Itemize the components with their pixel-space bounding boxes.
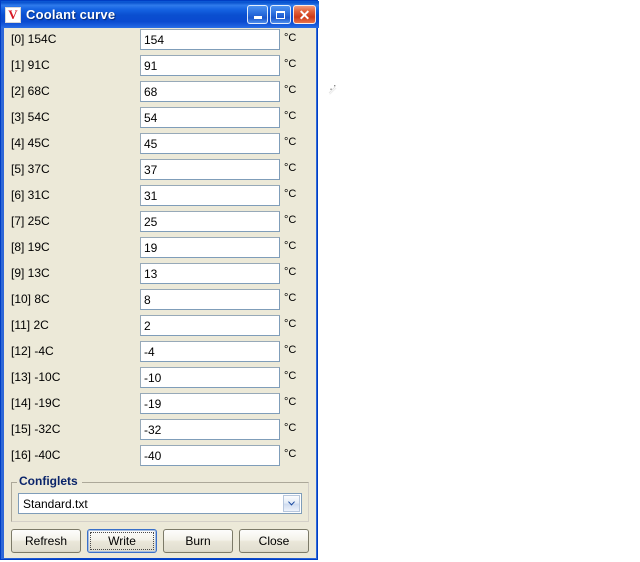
- curve-row-label: [2] 68C: [11, 84, 50, 98]
- curve-row-label: [5] 37C: [11, 162, 50, 176]
- refresh-button[interactable]: Refresh: [11, 529, 81, 553]
- curve-row: [6] 31C °C: [4, 184, 316, 210]
- curve-unit-label: °C: [284, 448, 297, 460]
- maximize-icon: [276, 10, 285, 19]
- curve-row-label: [11] 2C: [11, 318, 49, 332]
- curve-unit-label: °C: [284, 266, 297, 278]
- curve-value-input[interactable]: [140, 341, 280, 362]
- curve-row-label: [1] 91C: [11, 58, 50, 72]
- curve-row-label: [12] -4C: [11, 344, 54, 358]
- write-button-label: Write: [108, 534, 136, 548]
- curve-row: [9] 13C °C: [4, 262, 316, 288]
- curve-value-input[interactable]: [140, 237, 280, 258]
- coolant-curve-list: [0] 154C°C[1] 91C°C[2] 68C°C[3] 54C°C[4]…: [4, 28, 316, 470]
- curve-row-label: [8] 19C: [11, 240, 50, 254]
- curve-row-label: [16] -40C: [11, 448, 61, 462]
- curve-unit-label: °C: [284, 110, 297, 122]
- curve-row-label: [13] -10C: [11, 370, 61, 384]
- curve-value-input[interactable]: [140, 159, 280, 180]
- maximize-button[interactable]: [270, 5, 291, 24]
- app-icon-glyph: V: [8, 7, 18, 22]
- dialog-button-bar: Refresh Write Burn Close: [11, 529, 309, 553]
- write-button[interactable]: Write: [87, 529, 157, 553]
- curve-value-input[interactable]: [140, 367, 280, 388]
- curve-unit-label: °C: [284, 344, 297, 356]
- curve-row: [4] 45C °C: [4, 132, 316, 158]
- curve-value-input[interactable]: [140, 81, 280, 102]
- curve-row: [7] 25C °C: [4, 210, 316, 236]
- curve-unit-label: °C: [284, 422, 297, 434]
- curve-unit-label: °C: [284, 32, 297, 44]
- curve-row: [0] 154C °C: [4, 28, 316, 54]
- minimize-icon: [253, 16, 262, 19]
- curve-row-label: [0] 154C: [11, 32, 57, 46]
- close-icon: ✕: [298, 6, 311, 23]
- curve-row-label: [14] -19C: [11, 396, 61, 410]
- curve-value-input[interactable]: [140, 393, 280, 414]
- close-button[interactable]: Close: [239, 529, 309, 553]
- curve-row: [11] 2C °C: [4, 314, 316, 340]
- curve-value-input[interactable]: [140, 445, 280, 466]
- curve-value-input[interactable]: [140, 55, 280, 76]
- curve-row-label: [4] 45C: [11, 136, 50, 150]
- curve-unit-label: °C: [284, 136, 297, 148]
- client-area: [0] 154C°C[1] 91C°C[2] 68C°C[3] 54C°C[4]…: [4, 28, 316, 558]
- curve-value-input[interactable]: [140, 263, 280, 284]
- curve-value-input[interactable]: [140, 29, 280, 50]
- curve-row-label: [9] 13C: [11, 266, 50, 280]
- curve-unit-label: °C: [284, 84, 297, 96]
- curve-unit-label: °C: [284, 162, 297, 174]
- burn-button-label: Burn: [185, 534, 211, 548]
- configlet-select[interactable]: Standard.txt: [18, 493, 302, 514]
- window-controls: ✕: [247, 5, 319, 24]
- curve-row: [5] 37C °C: [4, 158, 316, 184]
- curve-value-input[interactable]: [140, 133, 280, 154]
- curve-row: [8] 19C °C: [4, 236, 316, 262]
- curve-row-label: [3] 54C: [11, 110, 50, 124]
- curve-unit-label: °C: [284, 214, 297, 226]
- configlets-legend: Configlets: [17, 474, 82, 488]
- title-bar-left: V Coolant curve: [5, 6, 247, 23]
- curve-row: [14] -19C °C: [4, 392, 316, 418]
- close-window-button[interactable]: ✕: [293, 5, 316, 24]
- refresh-button-label: Refresh: [24, 534, 68, 548]
- title-bar[interactable]: V Coolant curve ✕: [1, 1, 319, 28]
- curve-row-label: [7] 25C: [11, 214, 50, 228]
- curve-value-input[interactable]: [140, 289, 280, 310]
- curve-row-label: [15] -32C: [11, 422, 61, 436]
- curve-row: [3] 54C °C: [4, 106, 316, 132]
- burn-button[interactable]: Burn: [163, 529, 233, 553]
- curve-row-label: [10] 8C: [11, 292, 50, 306]
- curve-unit-label: °C: [284, 396, 297, 408]
- curve-value-input[interactable]: [140, 211, 280, 232]
- curve-row: [10] 8C °C: [4, 288, 316, 314]
- curve-value-input[interactable]: [140, 107, 280, 128]
- cursor-artifact: [328, 84, 342, 98]
- minimize-button[interactable]: [247, 5, 268, 24]
- curve-value-input[interactable]: [140, 419, 280, 440]
- curve-row-label: [6] 31C: [11, 188, 50, 202]
- curve-unit-label: °C: [284, 370, 297, 382]
- curve-row: [15] -32C °C: [4, 418, 316, 444]
- curve-unit-label: °C: [284, 188, 297, 200]
- configlets-group: Configlets Standard.txt: [11, 474, 309, 522]
- curve-row: [16] -40C °C: [4, 444, 316, 470]
- curve-unit-label: °C: [284, 292, 297, 304]
- curve-unit-label: °C: [284, 318, 297, 330]
- curve-value-input[interactable]: [140, 315, 280, 336]
- curve-value-input[interactable]: [140, 185, 280, 206]
- window-title: Coolant curve: [26, 7, 116, 22]
- curve-row: [12] -4C °C: [4, 340, 316, 366]
- chevron-down-icon[interactable]: [283, 495, 300, 512]
- curve-unit-label: °C: [284, 240, 297, 252]
- close-button-label: Close: [258, 534, 290, 548]
- curve-row: [1] 91C °C: [4, 54, 316, 80]
- curve-row: [13] -10C °C: [4, 366, 316, 392]
- configlet-select-value: Standard.txt: [23, 496, 88, 511]
- app-v-icon: V: [5, 6, 21, 23]
- application-window: V Coolant curve ✕ [0] 154C°C[1] 91C°C[2]…: [0, 0, 319, 560]
- curve-unit-label: °C: [284, 58, 297, 70]
- curve-row: [2] 68C °C: [4, 80, 316, 106]
